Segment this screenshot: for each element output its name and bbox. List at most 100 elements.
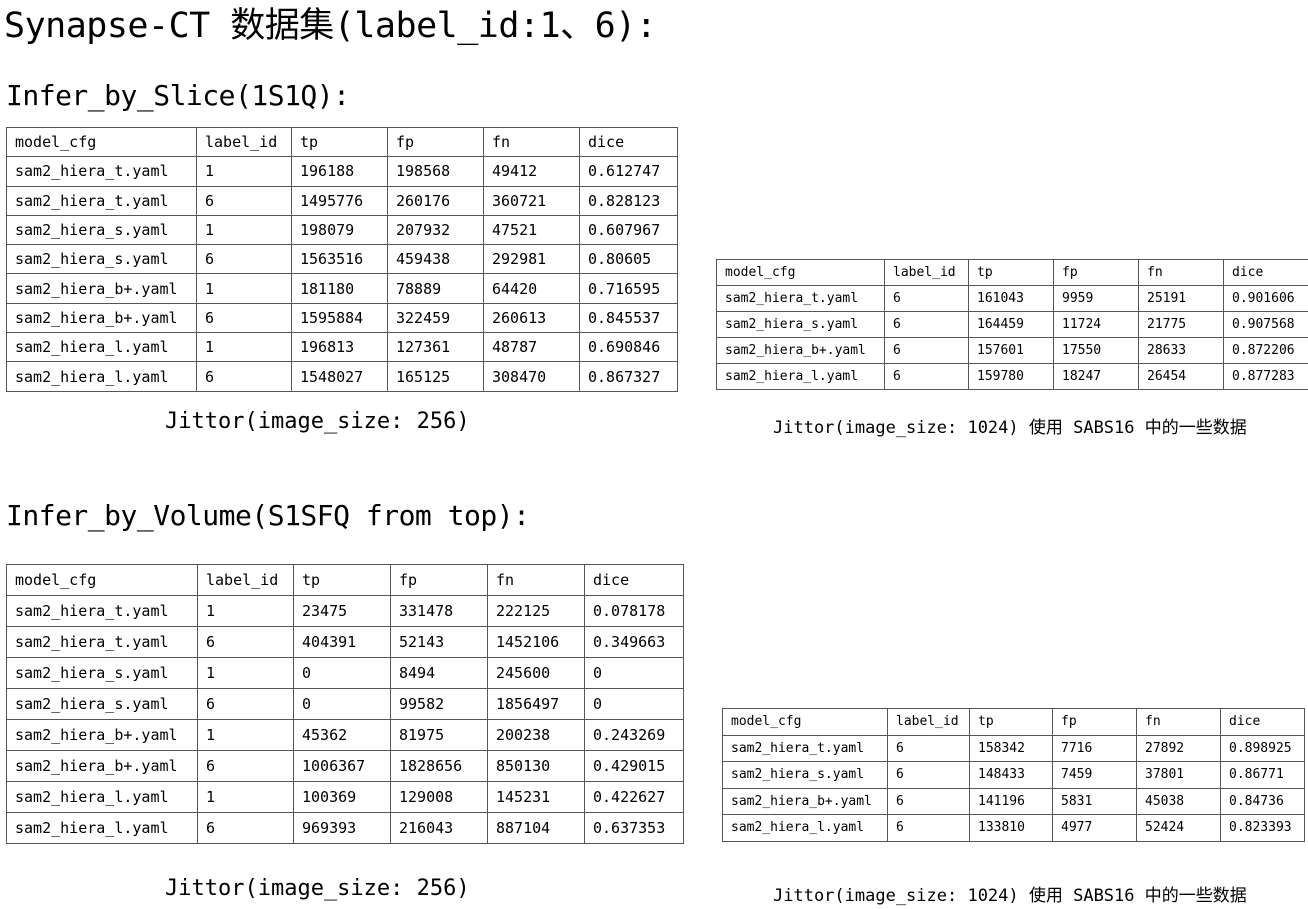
table-header-row: model_cfg label_id tp fp fn dice [6,126,678,158]
table-cell: 52424 [1136,814,1221,842]
table-cell: 161043 [968,285,1054,312]
table-cell: 887104 [487,812,585,844]
table-row: sam2_hiera_l.yaml 6 159780 18247 26454 0.8772… [716,363,1308,390]
table-cell: 0.845537 [579,302,678,334]
table-cell: sam2_hiera_s.yaml [6,244,197,275]
table-cell: 0.422627 [584,781,684,813]
table-row: sam2_hiera_l.yaml 6 133810 4977 52424 0.82339… [722,814,1305,842]
table-cell: 200238 [487,719,585,751]
table-cell: 48787 [483,332,580,363]
table-cell: 0.867327 [579,361,678,392]
table-cell: 18247 [1053,363,1139,390]
table-cell: 64420 [483,273,580,304]
table-cell: 331478 [390,595,488,627]
header-cell: fp [1052,708,1137,736]
table-caption: Jittor(image_size: 256) [165,876,470,901]
table-row: sam2_hiera_b+.yaml 6 157601 17550 28633 0.872… [716,337,1308,364]
table-cell: 11724 [1053,311,1139,338]
table-cell: 49412 [483,156,580,187]
table-cell: 6 [196,361,292,392]
table-cell: 459438 [387,244,484,275]
table-row: sam2_hiera_t.yaml 1 23475 331478 222125 0.078… [6,595,684,627]
table-cell: 6 [887,761,970,789]
header-cell: dice [1220,708,1305,736]
table-cell: 0.907568 [1223,311,1308,338]
table-row: sam2_hiera_s.yaml 1 198079 207932 47521 0.607… [6,214,678,246]
table-cell: 164459 [968,311,1054,338]
table-cell: 100369 [293,781,391,813]
table-cell: 260613 [483,302,580,334]
table-cell: sam2_hiera_t.yaml [6,595,198,627]
table-header-row: model_cfg label_id tp fp fn dice [722,708,1305,736]
table-cell: sam2_hiera_l.yaml [6,812,198,844]
table-cell: sam2_hiera_b+.yaml [6,302,197,334]
table-cell: 222125 [487,595,585,627]
table-cell: 23475 [293,595,391,627]
table-cell: 25191 [1138,285,1224,312]
table-cell: 181180 [291,273,388,304]
table-cell: 0.243269 [584,719,684,751]
table-cell: sam2_hiera_l.yaml [6,332,197,363]
table-cell: 260176 [387,185,484,216]
table-cell: 0.828123 [579,185,678,216]
table-cell: sam2_hiera_b+.yaml [6,750,198,782]
table-cell: 1 [197,719,294,751]
table-cell: 0.872206 [1223,337,1308,364]
table-row: sam2_hiera_s.yaml 6 1563516 459438 292981 0.8… [6,244,678,275]
table-row: sam2_hiera_b+.yaml 6 1006367 1828656 850130 0… [6,750,684,782]
results-table: model_cfg label_id tp fp fn dice sam2_hiera_t.… [6,564,684,844]
table-cell: sam2_hiera_t.yaml [6,185,197,216]
table-cell: 1 [197,781,294,813]
table-cell: 6 [887,734,970,762]
table-cell: sam2_hiera_t.yaml [716,285,885,312]
table-cell: sam2_hiera_l.yaml [722,814,888,842]
header-cell: fn [483,126,580,158]
header-cell: fp [390,564,488,596]
table-row: sam2_hiera_s.yaml 6 0 99582 1856497 0 [6,688,684,720]
table-cell: 127361 [387,332,484,363]
table-cell: 0.716595 [579,273,678,304]
table-cell: 322459 [387,302,484,334]
table-cell: 0.80605 [579,244,678,275]
table-cell: 6 [197,812,294,844]
table-row: sam2_hiera_s.yaml 1 0 8494 245600 0 [6,657,684,689]
table-cell: 7716 [1052,734,1137,762]
table-cell: 129008 [390,781,488,813]
table-row: sam2_hiera_t.yaml 6 161043 9959 25191 0.90160… [716,285,1308,312]
results-table: model_cfg label_id tp fp fn dice sam2_hiera_t.… [6,126,678,392]
table-cell: 850130 [487,750,585,782]
table-row: sam2_hiera_l.yaml 1 100369 129008 145231 0.42… [6,781,684,813]
header-cell: fn [487,564,585,596]
table-cell: 133810 [969,814,1053,842]
table-cell: 0.429015 [584,750,684,782]
table-cell: 1 [196,332,292,363]
table-cell: 148433 [969,761,1053,789]
table-cell: 1856497 [487,688,585,720]
table-cell: 6 [884,311,969,338]
table-cell: 1 [196,273,292,304]
table-cell: sam2_hiera_t.yaml [6,156,197,187]
table-cell: 78889 [387,273,484,304]
header-cell: tp [968,259,1054,286]
header-cell: fp [1053,259,1139,286]
header-cell: label_id [887,708,970,736]
table-cell: 21775 [1138,311,1224,338]
table-cell: 0.349663 [584,626,684,658]
table-cell: 0 [293,688,391,720]
table-cell: 0.877283 [1223,363,1308,390]
table-cell: 99582 [390,688,488,720]
table-cell: 198079 [291,214,388,246]
table-cell: 360721 [483,185,580,216]
table-cell: sam2_hiera_b+.yaml [6,273,197,304]
table-cell: sam2_hiera_t.yaml [722,734,888,762]
table-row: sam2_hiera_t.yaml 6 1495776 260176 360721 0.8… [6,185,678,216]
table-row: sam2_hiera_s.yaml 6 164459 11724 21775 0.9075… [716,311,1308,338]
table-cell: 7459 [1052,761,1137,789]
table-cell: 6 [197,750,294,782]
header-cell: model_cfg [6,126,197,158]
table-cell: 0 [293,657,391,689]
table-cell: 4977 [1052,814,1137,842]
table-cell: 1495776 [291,185,388,216]
header-cell: model_cfg [722,708,888,736]
table-cell: 47521 [483,214,580,246]
